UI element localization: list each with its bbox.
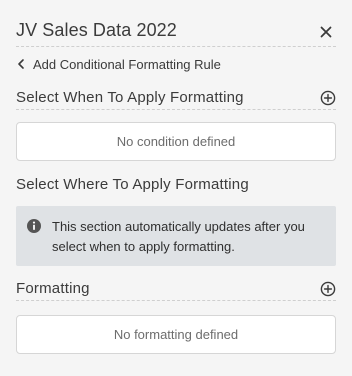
section-formatting-header: Formatting	[16, 277, 336, 301]
info-icon	[27, 219, 41, 233]
add-condition-button[interactable]	[320, 90, 336, 106]
title-divider	[16, 46, 336, 47]
formatting-empty-box: No formatting defined	[16, 315, 336, 354]
back-link[interactable]: Add Conditional Formatting Rule	[16, 55, 221, 73]
close-icon	[320, 26, 332, 38]
section-where-header: Select Where To Apply Formatting	[16, 172, 336, 196]
close-button[interactable]	[316, 22, 336, 42]
section-when-title: Select When To Apply Formatting	[16, 89, 244, 106]
condition-empty-box: No condition defined	[16, 122, 336, 161]
panel-title: JV Sales Data 2022	[16, 19, 177, 40]
section-formatting-title: Formatting	[16, 280, 90, 297]
condition-empty-text: No condition defined	[116, 134, 236, 149]
chevron-left-icon	[16, 58, 28, 70]
section-when-header: Select When To Apply Formatting	[16, 86, 336, 110]
add-formatting-button[interactable]	[320, 281, 336, 297]
panel-header: JV Sales Data 2022	[16, 17, 336, 43]
back-link-label: Add Conditional Formatting Rule	[33, 56, 221, 72]
conditional-formatting-panel: JV Sales Data 2022 Add Conditional Forma…	[0, 0, 352, 376]
add-circle-icon	[320, 281, 336, 296]
formatting-empty-text: No formatting defined	[113, 327, 239, 342]
where-info-box: This section automatically updates after…	[16, 206, 336, 266]
add-circle-icon	[320, 90, 336, 105]
section-where-title: Select Where To Apply Formatting	[16, 175, 249, 193]
where-info-text: This section automatically updates after…	[52, 219, 305, 254]
